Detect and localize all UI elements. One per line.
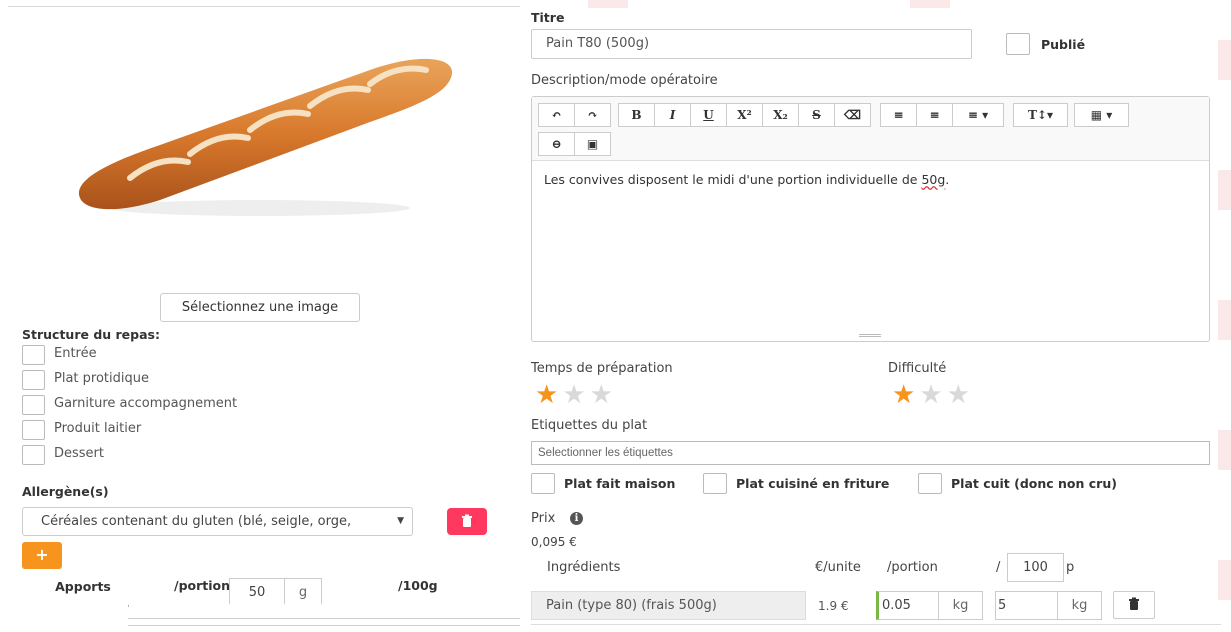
structure-label-entree: Entrée [54, 346, 97, 361]
chevron-down-icon: ▼ [397, 516, 404, 526]
meal-structure-heading: Structure du repas: [22, 327, 160, 342]
flag-checkbox-fried[interactable] [703, 473, 727, 494]
delete-ingredient-button[interactable] [1113, 591, 1155, 619]
flag-label-homemade: Plat fait maison [564, 476, 676, 491]
table-dropdown[interactable]: ▦ ▾ [1074, 103, 1129, 127]
portion-weight-unit: g [284, 578, 322, 604]
description-editor[interactable]: ↶ ↷ B I U X² X₂ S ⌫ ≡ ≡ ≡ ▾ T↕▾ ▦ ▾ ⊖ ▣ … [531, 96, 1210, 342]
description-text-underlined: 50g [921, 172, 946, 187]
eraser-button[interactable]: ⌫ [834, 103, 871, 127]
strikethrough-button[interactable]: S [798, 103, 835, 127]
divider [128, 618, 520, 619]
ingredient-portion-unit: kg [938, 591, 983, 620]
tags-input[interactable]: Selectionner les étiquettes [531, 441, 1210, 465]
title-input[interactable]: Pain T80 (500g) [531, 29, 972, 59]
ingredient-unit-price: 1.9 € [818, 599, 849, 613]
per-portion-header: /portion [887, 560, 938, 575]
portions-slash: / [996, 560, 1001, 575]
description-text-end: . [945, 172, 950, 187]
superscript-button[interactable]: X² [726, 103, 763, 127]
allergens-heading: Allergène(s) [22, 484, 109, 499]
delete-allergen-button[interactable] [447, 508, 487, 535]
bold-button[interactable]: B [618, 103, 655, 127]
portions-count-input[interactable]: 100 [1007, 553, 1064, 582]
allergen-select-value: Céréales contenant du gluten (blé, seigl… [41, 514, 352, 529]
star-icon[interactable]: ★ [535, 380, 558, 410]
star-icon[interactable]: ★ [919, 380, 942, 410]
ingredient-portion-qty-input[interactable]: 0.05 [876, 591, 939, 620]
flag-checkbox-homemade[interactable] [531, 473, 555, 494]
flag-label-cooked: Plat cuit (donc non cru) [951, 476, 1117, 491]
ingredient-total-qty-input[interactable]: 5 [995, 591, 1058, 620]
watermark-mark [1218, 560, 1231, 600]
structure-checkbox-dessert[interactable] [22, 445, 45, 465]
description-label: Description/mode opératoire [531, 73, 718, 88]
tags-label: Etiquettes du plat [531, 418, 648, 433]
published-checkbox[interactable] [1006, 33, 1030, 55]
star-icon[interactable]: ★ [590, 380, 613, 410]
ingredients-header: Ingrédients [547, 560, 621, 575]
trash-icon [1129, 597, 1139, 610]
underline-button[interactable]: U [690, 103, 727, 127]
italic-button[interactable]: I [654, 103, 691, 127]
link-button[interactable]: ⊖ [538, 132, 575, 156]
ordered-list-button[interactable]: ≡ [916, 103, 953, 127]
difficulty-rating[interactable]: ★ ★ ★ [892, 382, 970, 408]
add-allergen-button[interactable]: + [22, 542, 62, 569]
structure-checkbox-entree[interactable] [22, 345, 45, 365]
prep-time-rating[interactable]: ★ ★ ★ [535, 382, 613, 408]
watermark-mark [1218, 300, 1231, 340]
description-text-main: Les convives disposent le midi d'une por… [544, 172, 922, 187]
undo-button[interactable]: ↶ [538, 103, 575, 127]
per-100g-label: /100g [398, 578, 438, 593]
image-button[interactable]: ▣ [574, 132, 611, 156]
flag-label-fried: Plat cuisiné en friture [736, 476, 890, 491]
star-icon[interactable]: ★ [562, 380, 585, 410]
per-portion-label: /portion [174, 578, 231, 593]
divider [531, 624, 1221, 625]
star-icon[interactable]: ★ [892, 380, 915, 410]
structure-label-garniture: Garniture accompagnement [54, 396, 238, 411]
star-icon[interactable]: ★ [947, 380, 970, 410]
difficulty-label: Difficulté [888, 361, 947, 376]
price-value: 0,095 € [531, 535, 577, 549]
resize-grip[interactable] [859, 334, 881, 337]
nutrition-overlay [0, 596, 128, 632]
structure-label-produit-laitier: Produit laitier [54, 421, 142, 436]
watermark-mark [588, 0, 628, 8]
select-image-button[interactable]: Sélectionnez une image [160, 293, 360, 322]
info-icon[interactable]: i [570, 512, 583, 525]
watermark-mark [1218, 430, 1231, 470]
description-text[interactable]: Les convives disposent le midi d'une por… [544, 172, 949, 187]
dish-photo [70, 50, 460, 230]
align-dropdown[interactable]: ≡ ▾ [952, 103, 1004, 127]
subscript-button[interactable]: X₂ [762, 103, 799, 127]
structure-checkbox-plat-protidique[interactable] [22, 370, 45, 390]
structure-label-plat-protidique: Plat protidique [54, 371, 149, 386]
portion-weight-input[interactable]: 50 [229, 578, 285, 604]
watermark-mark [1218, 170, 1231, 210]
allergen-select[interactable]: Céréales contenant du gluten (blé, seigl… [22, 507, 413, 536]
flag-checkbox-cooked[interactable] [918, 473, 942, 494]
published-label: Publié [1041, 37, 1086, 52]
redo-button[interactable]: ↷ [574, 103, 611, 127]
price-label: Prix [531, 511, 556, 526]
ingredient-total-unit: kg [1057, 591, 1102, 620]
watermark-mark [1218, 40, 1231, 80]
ingredient-name: Pain (type 80) (frais 500g) [531, 591, 806, 620]
structure-label-dessert: Dessert [54, 446, 104, 461]
title-label: Titre [531, 10, 565, 25]
structure-checkbox-garniture[interactable] [22, 395, 45, 415]
portions-unit: p [1066, 560, 1075, 575]
unit-price-header: €/unite [815, 560, 861, 575]
prep-time-label: Temps de préparation [531, 361, 673, 376]
trash-icon [462, 514, 472, 527]
structure-checkbox-produit-laitier[interactable] [22, 420, 45, 440]
text-size-dropdown[interactable]: T↕▾ [1013, 103, 1068, 127]
nutrition-heading-line1: Apports [55, 579, 111, 594]
watermark-mark [910, 0, 950, 8]
editor-toolbar: ↶ ↷ B I U X² X₂ S ⌫ ≡ ≡ ≡ ▾ T↕▾ ▦ ▾ ⊖ ▣ [532, 97, 1209, 161]
unordered-list-button[interactable]: ≡ [880, 103, 917, 127]
